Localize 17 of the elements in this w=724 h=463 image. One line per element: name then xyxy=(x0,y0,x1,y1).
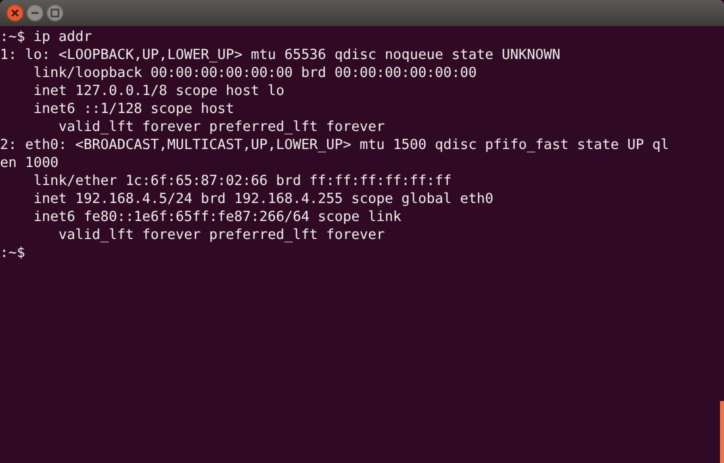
terminal-line: en 1000 xyxy=(0,154,59,172)
terminal-line: link/ether 1c:6f:65:87:02:66 brd ff:ff:ff:ff:ff:ff xyxy=(32,172,452,190)
terminal-line: link/loopback 00:00:00:00:00:00 brd 00:00:00:00:00:00 xyxy=(32,64,477,82)
close-button[interactable] xyxy=(6,4,24,22)
terminal-line: valid_lft forever preferred_lft forever xyxy=(58,118,385,136)
terminal-line: 1: lo: <LOOPBACK,UP,LOWER_UP> mtu 65536 qdisc noqueue state UNKNOWN xyxy=(0,46,560,64)
terminal-line: inet 192.168.4.5/24 brd 192.168.4.255 scope global eth0 xyxy=(32,190,494,208)
terminal-line: 2: eth0: <BROADCAST,MULTICAST,UP,LOWER_UP> mtu 1500 qdisc pfifo_fast state UP ql xyxy=(0,136,670,154)
terminal-line: inet6 ::1/128 scope host xyxy=(32,100,234,118)
terminal-line: inet 127.0.0.1/8 scope host lo xyxy=(32,82,284,100)
scrollbar-thumb[interactable] xyxy=(720,401,724,463)
terminal-line: valid_lft forever preferred_lft forever xyxy=(58,226,385,244)
minimize-button[interactable] xyxy=(26,4,44,22)
terminal-line: inet6 fe80::1e6f:65ff:fe87:266/64 scope link xyxy=(32,208,402,226)
maximize-button[interactable] xyxy=(46,4,64,22)
terminal-line: :~$ xyxy=(0,244,26,262)
terminal-line: :~$ ip addr xyxy=(0,28,92,46)
